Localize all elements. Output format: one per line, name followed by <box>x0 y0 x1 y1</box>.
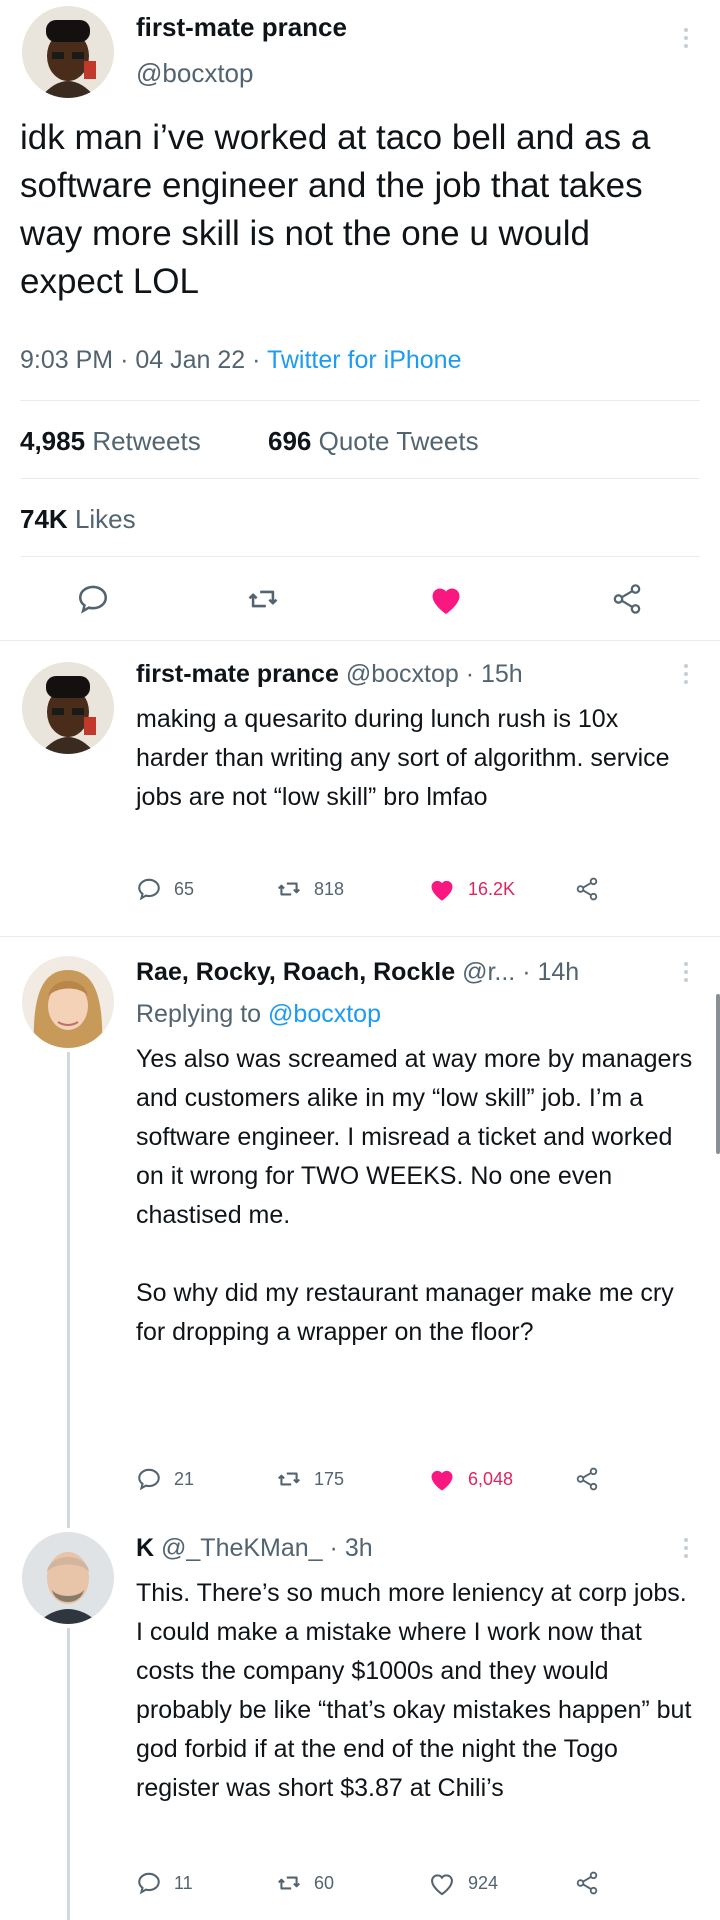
like-button[interactable]: 924 <box>428 1870 498 1896</box>
reply-header: K @_TheKMan_ · 3h <box>136 1534 373 1562</box>
avatar[interactable] <box>22 6 114 98</box>
reply-header: Rae, Rocky, Roach, Rockle @r... · 14h <box>136 958 580 986</box>
quotes-count: 696 <box>268 426 312 456</box>
tweet-date: 04 Jan 22 <box>135 346 246 374</box>
divider <box>20 400 700 401</box>
reply-count: 21 <box>174 1468 195 1489</box>
retweet-icon <box>277 882 301 896</box>
reply-author-handle[interactable]: @_TheKMan_ <box>161 1534 323 1562</box>
share-icon <box>613 584 641 614</box>
reply-count: 11 <box>174 1872 193 1893</box>
tweet-time: 9:03 PM <box>20 346 114 374</box>
author-handle[interactable]: @bocxtop <box>136 58 253 89</box>
reply-icon <box>138 1468 160 1491</box>
replying-to-label: Replying to <box>136 1000 262 1028</box>
share-button[interactable] <box>574 876 600 902</box>
more-icon[interactable] <box>684 28 690 52</box>
retweets-label: Retweets <box>92 426 201 456</box>
reply-age[interactable]: 3h <box>345 1534 373 1562</box>
thread-line <box>67 1052 70 1528</box>
retweet-icon <box>277 1876 301 1890</box>
quotes-stat[interactable]: 696 Quote Tweets <box>268 426 479 457</box>
reply-author-handle[interactable]: @r... <box>462 958 515 986</box>
tweet-source[interactable]: Twitter for iPhone <box>267 346 462 374</box>
divider <box>0 936 720 937</box>
tweet-text: idk man i’ve worked at taco bell and as … <box>20 118 651 301</box>
retweets-stat[interactable]: 4,985 Retweets <box>20 426 201 457</box>
share-icon <box>576 1467 598 1491</box>
retweet-button[interactable]: 818 <box>276 876 344 902</box>
retweets-count: 4,985 <box>20 426 86 456</box>
divider <box>20 556 700 557</box>
heart-icon <box>431 1874 453 1896</box>
retweet-count: 60 <box>314 1872 335 1893</box>
retweet-button[interactable]: 60 <box>276 1870 334 1896</box>
likes-stat[interactable]: 74K Likes <box>20 504 136 535</box>
scrollbar[interactable] <box>716 994 720 1154</box>
reply-icon <box>78 585 108 614</box>
replying-to: Replying to @bocxtop <box>136 1000 381 1029</box>
retweet-icon <box>248 590 278 608</box>
reply-author-handle[interactable]: @bocxtop <box>346 660 459 688</box>
reply-button[interactable]: 21 <box>136 1466 194 1492</box>
reply-icon <box>138 878 160 901</box>
replying-to-handle[interactable]: @bocxtop <box>268 1000 381 1028</box>
tweet-meta: 9:03 PM · 04 Jan 22 · Twitter for iPhone <box>20 346 462 374</box>
avatar[interactable] <box>22 662 114 754</box>
retweet-icon <box>277 1472 301 1486</box>
reply-text: This. There’s so much more leniency at c… <box>136 1579 699 1802</box>
author-name[interactable]: first-mate prance <box>136 12 347 43</box>
reply-count: 65 <box>174 878 195 899</box>
thread-line <box>67 1628 70 1920</box>
reply-button[interactable]: 65 <box>136 876 194 902</box>
reply-age[interactable]: 14h <box>537 958 579 986</box>
share-icon <box>576 1871 598 1895</box>
heart-icon <box>432 588 460 614</box>
reply-author-name[interactable]: Rae, Rocky, Roach, Rockle <box>136 958 455 986</box>
more-icon[interactable] <box>684 1538 690 1562</box>
more-icon[interactable] <box>684 664 690 688</box>
reply-age[interactable]: 15h <box>481 660 523 688</box>
like-count: 924 <box>468 1872 499 1893</box>
likes-label: Likes <box>74 504 136 534</box>
reply-text: making a quesarito during lunch rush is … <box>136 705 677 811</box>
more-icon[interactable] <box>684 962 690 986</box>
divider <box>20 478 700 479</box>
retweet-button[interactable]: 175 <box>276 1466 344 1492</box>
like-count: 6,048 <box>468 1468 514 1489</box>
reply-icon <box>138 1872 160 1895</box>
reply-button[interactable] <box>76 582 110 616</box>
reply-button[interactable]: 11 <box>136 1870 193 1896</box>
heart-icon <box>431 1470 453 1491</box>
reply-text: Yes also was screamed at way more by man… <box>136 1045 693 1346</box>
retweet-button[interactable] <box>246 582 280 616</box>
reply-author-name[interactable]: K <box>136 1534 154 1562</box>
share-button[interactable] <box>574 1466 600 1492</box>
divider <box>0 640 720 641</box>
avatar[interactable] <box>22 1532 114 1624</box>
retweet-count: 818 <box>314 878 345 899</box>
like-button[interactable] <box>428 582 464 616</box>
reply-header: first-mate prance @bocxtop · 15h <box>136 660 523 688</box>
like-button[interactable]: 6,048 <box>428 1466 513 1492</box>
like-button[interactable]: 16.2K <box>428 876 515 902</box>
share-button[interactable] <box>610 582 644 616</box>
like-count: 16.2K <box>468 878 516 899</box>
share-button[interactable] <box>574 1870 600 1896</box>
reply-author-name[interactable]: first-mate prance <box>136 660 339 688</box>
likes-count: 74K <box>20 504 68 534</box>
avatar[interactable] <box>22 956 114 1048</box>
share-icon <box>576 877 598 901</box>
heart-icon <box>431 880 453 901</box>
quotes-label: Quote Tweets <box>318 426 479 456</box>
retweet-count: 175 <box>314 1468 345 1489</box>
